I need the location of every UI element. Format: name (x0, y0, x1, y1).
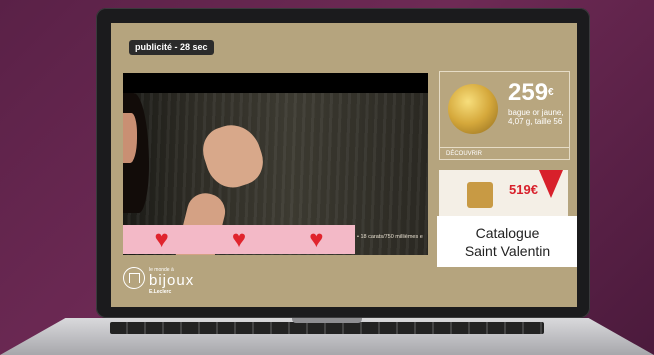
bank-icon (123, 267, 145, 289)
watch-price: 519€ (509, 182, 538, 197)
catalog-label-line2: Saint Valentin (464, 242, 551, 259)
hearts-banner: ♥ ♥ ♥ (123, 225, 355, 254)
brand-name: bijoux (149, 272, 195, 289)
catalog-label-line1: Catalogue (475, 224, 540, 241)
ring-price: 259€ (508, 79, 554, 106)
keyboard (110, 322, 544, 334)
catalog-button[interactable]: Catalogue Saint Valentin (437, 216, 577, 267)
heart-icon: ♥ (231, 226, 247, 253)
heart-icon: ♥ (309, 226, 324, 253)
heart-icon: ♥ (154, 226, 169, 253)
video-caption: • 18 carats/750 millièmes e (357, 234, 423, 240)
discover-link[interactable]: DÉCOUVRIR (440, 147, 569, 159)
ring-description: bague or jaune, 4,07 g, taille 56 (508, 108, 564, 126)
ad-timer-badge: publicité - 28 sec (129, 40, 214, 55)
brand-logo: le monde à bijoux E.Leclerc (123, 267, 203, 295)
gold-ring-image (448, 84, 498, 134)
watch-ad-card[interactable]: 519€ (439, 170, 568, 220)
laptop-notch (292, 318, 362, 323)
video-letterbox (123, 73, 428, 93)
ad-screen: publicité - 28 sec ♥ ♥ ♥ • 18 carats/750… (111, 23, 577, 307)
brand-parent: E.Leclerc (149, 289, 172, 295)
red-decoration (539, 170, 563, 198)
person-face (123, 113, 137, 163)
ring-ad-card[interactable]: 259€ bague or jaune, 4,07 g, taille 56 D… (439, 71, 570, 160)
watch-image (467, 182, 493, 208)
